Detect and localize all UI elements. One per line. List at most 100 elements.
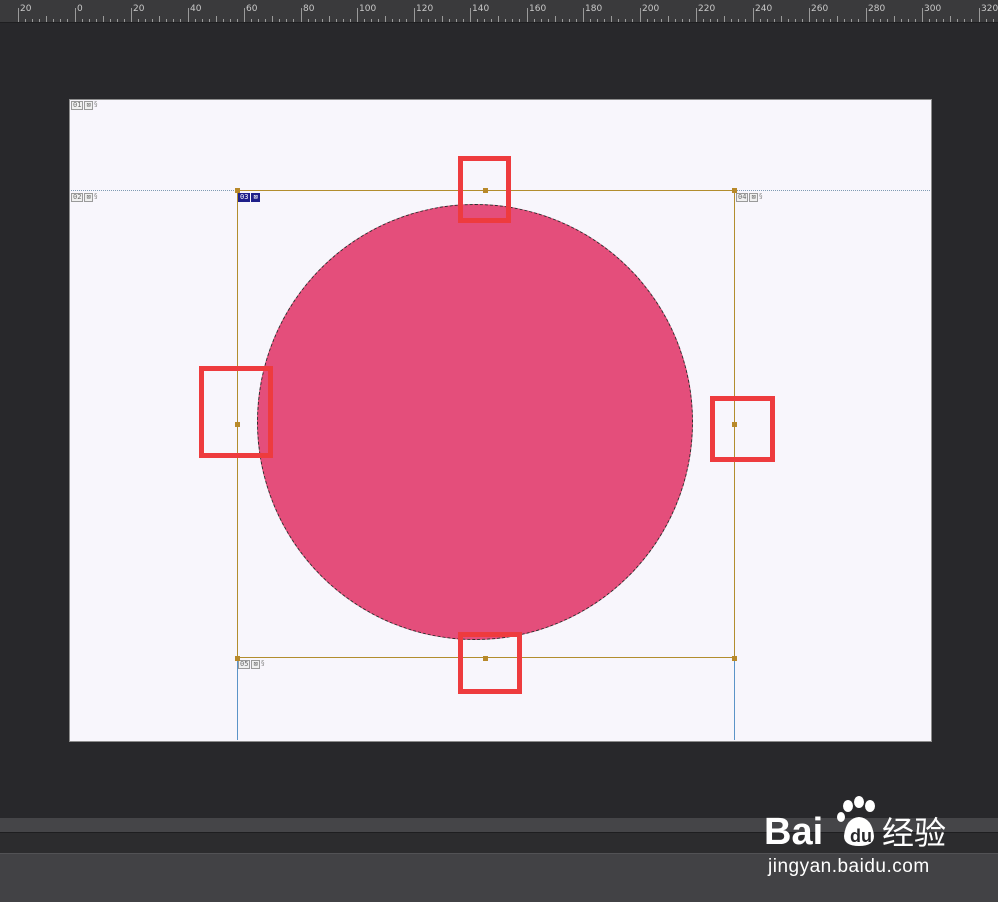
ruler-major-tick [357, 8, 358, 22]
ruler-minor-tick [632, 19, 633, 22]
ruler-minor-tick [774, 19, 775, 22]
ruler-label: 160 [529, 4, 547, 14]
ruler-minor-tick [844, 19, 845, 22]
ruler-minor-tick [103, 16, 104, 22]
slice-tag-02[interactable]: 02 ⊠ § [71, 193, 98, 202]
ruler-minor-tick [421, 19, 422, 22]
ruler-minor-tick [89, 19, 90, 22]
transform-bounding-box[interactable] [237, 190, 735, 658]
ruler-minor-tick [279, 19, 280, 22]
ruler-minor-tick [32, 19, 33, 22]
ruler-minor-tick [816, 19, 817, 22]
ruler-minor-tick [82, 19, 83, 22]
ruler-minor-tick [745, 19, 746, 22]
ruler-minor-tick [293, 19, 294, 22]
ruler-minor-tick [202, 19, 203, 22]
ruler-minor-tick [880, 19, 881, 22]
slice-tag-05[interactable]: 05 ⊠ § [238, 660, 265, 669]
slice-link-icon: ⊠ [84, 101, 93, 110]
slice-number: 04 [736, 193, 749, 202]
ruler-minor-tick [908, 19, 909, 22]
ruler-minor-tick [986, 19, 987, 22]
ruler-major-tick [696, 8, 697, 22]
ruler-minor-tick [491, 19, 492, 22]
ruler-minor-tick [442, 16, 443, 22]
ruler-minor-tick [519, 19, 520, 22]
ruler-minor-tick [223, 19, 224, 22]
ruler-minor-tick [604, 19, 605, 22]
ruler-label: 0 [77, 4, 83, 14]
ruler-minor-tick [837, 16, 838, 22]
ruler-major-tick [244, 8, 245, 22]
ruler-major-tick [640, 8, 641, 22]
highlight-box-right [710, 396, 775, 462]
ruler-minor-tick [534, 19, 535, 22]
ruler-label: 220 [698, 4, 716, 14]
ruler-label: 320 [981, 4, 998, 14]
slice-visibility-icon: § [260, 659, 265, 667]
ruler-minor-tick [576, 19, 577, 22]
ruler-minor-tick [463, 19, 464, 22]
ruler-minor-tick [661, 19, 662, 22]
ruler-minor-tick [350, 19, 351, 22]
ruler-minor-tick [265, 19, 266, 22]
ruler-minor-tick [675, 19, 676, 22]
baidu-jingyan-watermark: Bai du 经验 jingyan.baidu.com [762, 792, 992, 892]
ruler-minor-tick [322, 19, 323, 22]
ruler-minor-tick [993, 19, 994, 22]
ruler-minor-tick [399, 19, 400, 22]
vertical-guide-right[interactable] [734, 658, 735, 740]
slice-visibility-icon: § [93, 192, 98, 200]
ruler-minor-tick [315, 19, 316, 22]
ruler-minor-tick [385, 16, 386, 22]
svg-text:经验: 经验 [882, 814, 946, 852]
ruler-major-tick [809, 8, 810, 22]
ruler-minor-tick [505, 19, 506, 22]
ruler-minor-tick [731, 19, 732, 22]
ruler-minor-tick [562, 19, 563, 22]
ruler-minor-tick [618, 19, 619, 22]
handle-top-left[interactable] [235, 188, 240, 193]
slice-tag-04[interactable]: 04 ⊠ § [736, 193, 763, 202]
ruler-major-tick [18, 8, 19, 22]
ruler-label: 280 [868, 4, 886, 14]
horizontal-ruler[interactable]: 20 0 20 40 60 80 100 120 140 160 180 200 220 240 260 28… [0, 0, 998, 23]
ruler-minor-tick [96, 19, 97, 22]
ruler-minor-tick [230, 19, 231, 22]
ruler-minor-tick [209, 19, 210, 22]
ruler-minor-tick [456, 19, 457, 22]
ruler-minor-tick [237, 19, 238, 22]
ruler-major-tick [75, 8, 76, 22]
ruler-major-tick [753, 8, 754, 22]
vertical-guide-left[interactable] [237, 658, 238, 740]
handle-top-right[interactable] [732, 188, 737, 193]
handle-bottom-right[interactable] [732, 656, 737, 661]
ruler-minor-tick [894, 16, 895, 22]
ruler-minor-tick [512, 19, 513, 22]
ruler-label: 240 [755, 4, 773, 14]
ruler-minor-tick [823, 19, 824, 22]
ruler-minor-tick [541, 19, 542, 22]
ruler-minor-tick [46, 16, 47, 22]
ruler-minor-tick [435, 19, 436, 22]
highlight-box-left [199, 366, 273, 458]
ruler-minor-tick [717, 19, 718, 22]
ruler-minor-tick [738, 19, 739, 22]
slice-visibility-icon: § [758, 192, 763, 200]
ruler-minor-tick [668, 16, 669, 22]
ruler-major-tick [414, 8, 415, 22]
ruler-minor-tick [428, 19, 429, 22]
ruler-minor-tick [498, 16, 499, 22]
ruler-minor-tick [364, 19, 365, 22]
ruler-minor-tick [724, 16, 725, 22]
ruler-minor-tick [216, 16, 217, 22]
handle-bottom-left[interactable] [235, 656, 240, 661]
ruler-minor-tick [477, 19, 478, 22]
ruler-minor-tick [25, 19, 26, 22]
ruler-major-tick [470, 8, 471, 22]
ruler-major-tick [979, 8, 980, 22]
slice-link-icon: ⊠ [749, 193, 758, 202]
slice-tag-01[interactable]: 01 ⊠ § [71, 101, 98, 110]
ruler-minor-tick [781, 16, 782, 22]
ruler-minor-tick [53, 19, 54, 22]
